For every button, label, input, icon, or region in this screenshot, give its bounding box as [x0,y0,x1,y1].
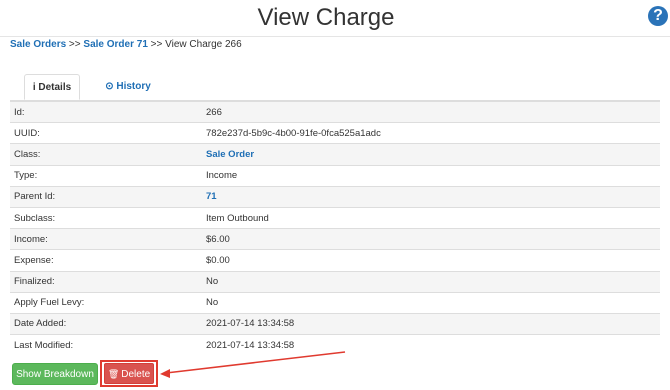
arrow-line [165,351,346,374]
arrow-head [160,369,170,378]
annotation-arrow [160,351,346,378]
